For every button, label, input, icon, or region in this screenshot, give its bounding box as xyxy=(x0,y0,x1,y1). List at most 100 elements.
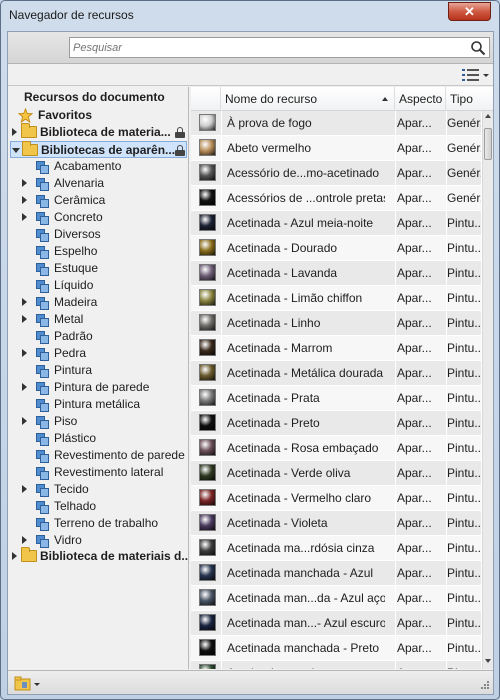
scroll-thumb[interactable] xyxy=(484,128,492,160)
cell-aspect: Apar... xyxy=(397,191,432,205)
table-row[interactable]: Acetinada - Prata Apar... Pintu... xyxy=(191,386,481,411)
table-row[interactable]: Acetinada - Violeta Apar... Pintu... xyxy=(191,511,481,536)
vertical-scrollbar[interactable] xyxy=(482,111,493,669)
close-button[interactable]: ✕ xyxy=(448,2,491,21)
collapse-arrow-icon[interactable] xyxy=(12,148,20,153)
table-row[interactable]: À prova de fogo Apar... Genér... xyxy=(191,111,481,136)
tree-item-category[interactable]: Terreno de trabalho xyxy=(22,515,187,532)
cell-type: Pintu... xyxy=(447,266,481,280)
table-row[interactable]: Acetinada man...da - Azul aço Apar... Pint… xyxy=(191,586,481,611)
tree-item-category[interactable]: Revestimento de parede xyxy=(22,447,187,464)
expand-arrow-icon[interactable] xyxy=(22,417,27,425)
cell-name: Acetinada - Linho xyxy=(227,316,321,330)
tree-item-category[interactable]: Tecido xyxy=(22,481,187,498)
tree-item-library-materials[interactable]: Biblioteca de materia... xyxy=(12,123,187,141)
category-label: Telhado xyxy=(54,499,97,513)
table-row[interactable]: Acetinada manchada - Preto Apar... Pintu..… xyxy=(191,636,481,661)
title-bar[interactable]: Navegador de recursos ✕ xyxy=(1,1,499,29)
column-header-aspect[interactable]: Aspecto xyxy=(395,87,446,111)
table-row[interactable]: Acessório de...mo-acetinado Apar... Genér.… xyxy=(191,161,481,186)
table-row[interactable]: Acetinada - Preto Apar... Pintu... xyxy=(191,411,481,436)
table-row[interactable]: Abeto vermelho Apar... Genér... xyxy=(191,136,481,161)
expand-arrow-icon[interactable] xyxy=(22,196,27,204)
table-row[interactable]: Acetinada - Linho Apar... Pintu... xyxy=(191,311,481,336)
column-header-type[interactable]: Tipo xyxy=(446,87,482,111)
table-row[interactable]: Acetinada manchada - Azul Apar... Pintu... xyxy=(191,561,481,586)
table-row[interactable]: Acetinada - Vermelho claro Apar... Pintu..… xyxy=(191,486,481,511)
tree-item-category[interactable]: Vidro xyxy=(22,532,187,549)
table-row[interactable]: Acetinada - ...ada Apar... Pintu... xyxy=(191,661,481,669)
tree-item-category[interactable]: Diversos xyxy=(22,226,187,243)
column-header-type-label: Tipo xyxy=(450,92,473,106)
column-header-thumbnail[interactable] xyxy=(191,87,221,111)
expand-arrow-icon[interactable] xyxy=(22,349,27,357)
cell-type: Pintu... xyxy=(447,216,481,230)
cell-name: À prova de fogo xyxy=(227,116,312,130)
tree-item-appearance-libraries[interactable]: Bibliotecas de aparên... xyxy=(10,141,187,158)
resize-grip-icon[interactable] xyxy=(480,680,490,690)
category-icon xyxy=(36,450,49,463)
table-row[interactable]: Acetinada - Lavanda Apar... Pintu... xyxy=(191,261,481,286)
cell-name: Acetinada - Marrom xyxy=(227,341,333,355)
list-view-icon[interactable] xyxy=(460,67,490,83)
tree-item-category[interactable]: Espelho xyxy=(22,243,187,260)
table-row[interactable]: Acetinada - Metálica dourada Apar... Pintu… xyxy=(191,361,481,386)
table-row[interactable]: Acetinada - Rosa embaçado Apar... Pintu... xyxy=(191,436,481,461)
tree-item-category[interactable]: Padrão xyxy=(22,328,187,345)
table-row[interactable]: Acetinada - Azul meia-noite Apar... Pintu.… xyxy=(191,211,481,236)
tree-item-category[interactable]: Estuque xyxy=(22,260,187,277)
tree-item-category[interactable]: Pintura de parede xyxy=(22,379,187,396)
library-icon[interactable] xyxy=(14,675,44,691)
tree-item-material-library-d[interactable]: Biblioteca de materiais d... xyxy=(12,547,188,565)
tree-item-category[interactable]: Pedra xyxy=(22,345,187,362)
expand-arrow-icon[interactable] xyxy=(22,536,27,544)
expand-arrow-icon[interactable] xyxy=(22,298,27,306)
cell-type: Pintu... xyxy=(447,616,481,630)
cell-aspect: Apar... xyxy=(397,661,437,669)
tree-item-category[interactable]: Revestimento lateral xyxy=(22,464,187,481)
table-row[interactable]: Acetinada ma...rdósia cinza Apar... Pintu.… xyxy=(191,536,481,561)
cell-type: Pintu... xyxy=(447,466,481,480)
category-icon xyxy=(36,416,49,429)
tree-item-category[interactable]: Plástico xyxy=(22,430,187,447)
cell-name: Acetinada ma...rdósia cinza xyxy=(227,541,375,555)
tree-item-category[interactable]: Acabamento xyxy=(22,158,187,175)
category-icon xyxy=(36,195,49,208)
table-row[interactable]: Acetinada - Verde oliva Apar... Pintu... xyxy=(191,461,481,486)
cell-type: Pintu... xyxy=(447,441,481,455)
tree-item-category[interactable]: Pintura xyxy=(22,362,187,379)
category-label: Líquido xyxy=(54,278,94,292)
expand-arrow-icon[interactable] xyxy=(12,128,17,136)
tree-heading-document-resources[interactable]: Recursos do documento xyxy=(24,90,165,104)
expand-arrow-icon[interactable] xyxy=(22,315,27,323)
tree-item-category[interactable]: Piso xyxy=(22,413,187,430)
table-row[interactable]: Acetinada - Marrom Apar... Pintu... xyxy=(191,336,481,361)
tree-item-favorites[interactable]: Favoritos xyxy=(18,107,178,124)
tree-item-category[interactable]: Concreto xyxy=(22,209,187,226)
cell-type: Pintu... xyxy=(447,661,481,669)
table-row[interactable]: Acessórios de ...ontrole pretas Apar... Ge… xyxy=(191,186,481,211)
tree-item-category[interactable]: Líquido xyxy=(22,277,187,294)
expand-arrow-icon[interactable] xyxy=(22,485,27,493)
expand-arrow-icon[interactable] xyxy=(22,179,27,187)
tree-item-category[interactable]: Madeira xyxy=(22,294,187,311)
column-header-name[interactable]: Nome do recurso xyxy=(221,87,395,111)
table-row[interactable]: Acetinada man...- Azul escuro Apar... Pint… xyxy=(191,611,481,636)
table-row[interactable]: Acetinada - Dourado Apar... Pintu... xyxy=(191,236,481,261)
tree-item-category[interactable]: Pintura metálica xyxy=(22,396,187,413)
cell-type: Genér... xyxy=(447,116,481,130)
expand-arrow-icon[interactable] xyxy=(12,552,17,560)
tree-item-category[interactable]: Alvenaria xyxy=(22,175,187,192)
search-icon[interactable] xyxy=(470,40,486,56)
search-input[interactable] xyxy=(73,39,463,56)
expand-arrow-icon[interactable] xyxy=(22,213,27,221)
scroll-down-icon[interactable] xyxy=(485,659,491,663)
category-label: Piso xyxy=(54,414,78,428)
table-row[interactable]: Acetinada - Limão chiffon Apar... Pintu... xyxy=(191,286,481,311)
tree-item-category[interactable]: Cerâmica xyxy=(22,192,187,209)
scroll-up-icon[interactable] xyxy=(485,114,491,118)
search-box[interactable] xyxy=(69,37,490,58)
expand-arrow-icon[interactable] xyxy=(22,383,27,391)
tree-item-category[interactable]: Telhado xyxy=(22,498,187,515)
tree-item-category[interactable]: Metal xyxy=(22,311,187,328)
